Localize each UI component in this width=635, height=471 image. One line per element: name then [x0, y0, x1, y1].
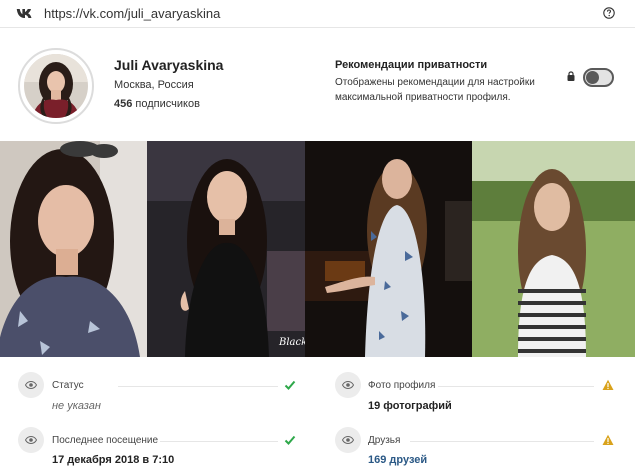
last-seen-label: Последнее посещение — [52, 435, 159, 446]
profile-name: Juli Avaryaskina — [114, 57, 224, 73]
profile-photo-4[interactable] — [472, 141, 635, 357]
profile-photo-2[interactable]: Black Milk — [147, 141, 305, 357]
eye-icon — [335, 372, 361, 398]
privacy-description: Отображены рекомендации для настройки ма… — [335, 77, 535, 103]
info-friends[interactable]: Друзья 169 друзей — [318, 415, 635, 471]
vk-logo-icon — [16, 9, 32, 18]
eye-icon — [18, 372, 44, 398]
watermark-text: Black Milk — [278, 337, 305, 348]
divider — [118, 386, 278, 387]
status-label: Статус — [52, 380, 84, 391]
profile-photos-value: 19 фотографий — [368, 400, 452, 412]
subscribers-label: подписчиков — [135, 98, 200, 110]
avatar-image — [24, 54, 88, 118]
friends-value[interactable]: 169 друзей — [368, 454, 427, 466]
divider — [160, 441, 278, 442]
help-circle-icon[interactable] — [603, 7, 615, 19]
privacy-toggle[interactable] — [583, 68, 614, 87]
toggle-knob — [586, 71, 599, 84]
profile-photo-1[interactable] — [0, 141, 147, 357]
info-last-seen[interactable]: Последнее посещение 17 декабря 2018 в 7:… — [0, 415, 310, 471]
eye-icon — [335, 427, 361, 453]
profile-info-grid: Статус не указан Фото профиля 19 фотогра… — [0, 357, 635, 471]
profile-header: Juli Avaryaskina Москва, Россия 456 подп… — [0, 28, 635, 141]
eye-icon — [18, 427, 44, 453]
check-icon — [284, 435, 296, 445]
photo-strip: Black Milk — [0, 141, 635, 357]
lock-icon — [567, 71, 575, 81]
profile-photos-label: Фото профиля — [368, 380, 436, 391]
url-text[interactable]: https://vk.com/juli_avaryaskina — [44, 6, 220, 21]
profile-photo-3[interactable] — [305, 141, 472, 357]
subscribers-number: 456 — [114, 98, 133, 110]
address-bar[interactable]: https://vk.com/juli_avaryaskina — [0, 0, 635, 28]
warning-triangle-icon — [602, 434, 614, 445]
warning-triangle-icon — [602, 379, 614, 390]
info-status[interactable]: Статус не указан — [0, 357, 310, 413]
info-profile-photos[interactable]: Фото профиля 19 фотографий — [318, 357, 635, 413]
privacy-title: Рекомендации приватности — [335, 59, 488, 71]
subscribers-count: 456 подписчиков — [114, 98, 200, 110]
friends-label: Друзья — [368, 435, 401, 446]
divider — [438, 386, 594, 387]
avatar[interactable] — [18, 48, 94, 124]
check-icon — [284, 380, 296, 390]
profile-city: Москва, Россия — [114, 79, 194, 91]
last-seen-value: 17 декабря 2018 в 7:10 — [52, 454, 175, 466]
divider — [410, 441, 594, 442]
status-value: не указан — [52, 400, 101, 412]
